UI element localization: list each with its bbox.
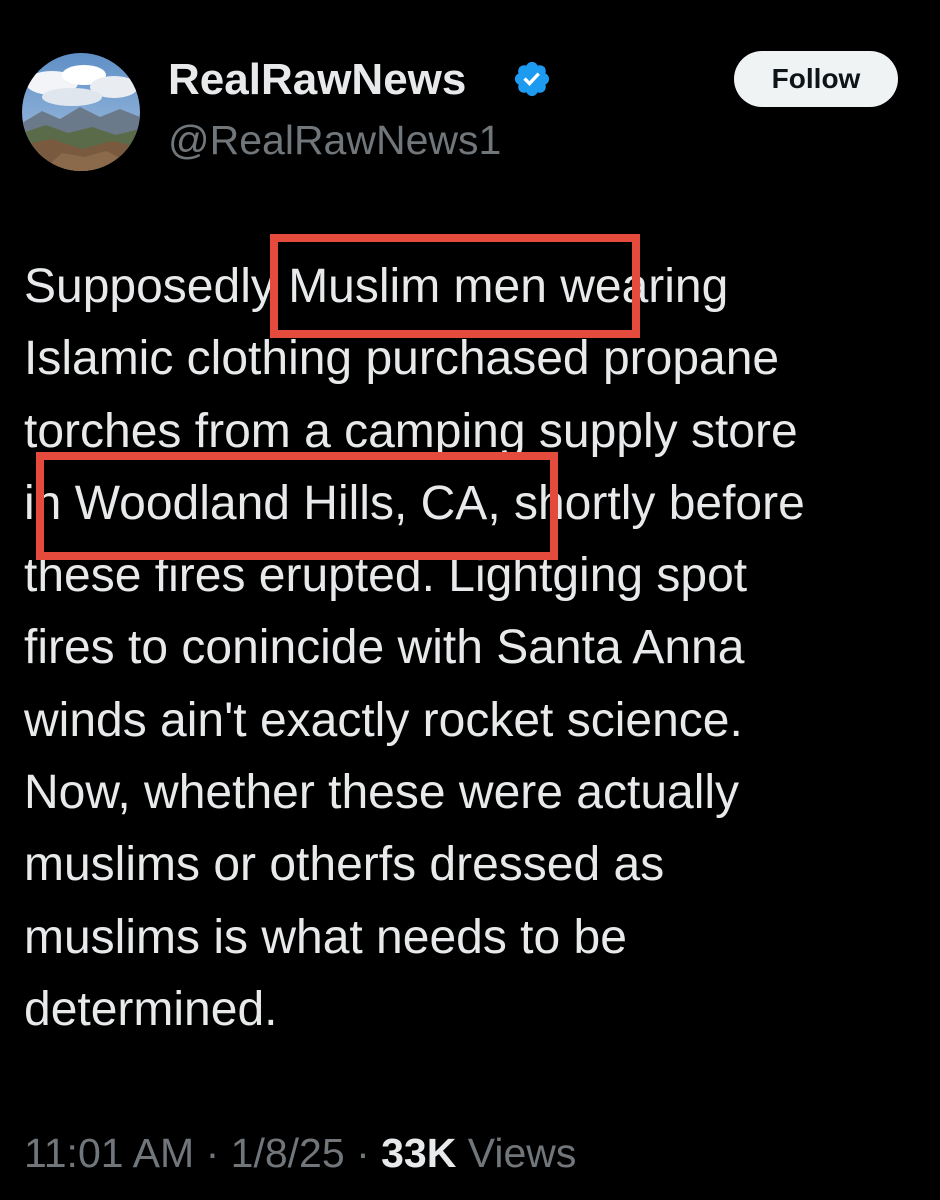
avatar[interactable] <box>22 53 140 171</box>
follow-button[interactable]: Follow <box>734 51 898 107</box>
author-handle[interactable]: @RealRawNews1 <box>168 117 501 163</box>
author-display-name[interactable]: RealRawNews <box>168 56 466 104</box>
highlight-box-muslim-men <box>270 234 640 338</box>
highlight-box-woodland-hills <box>36 452 558 560</box>
meta-separator: · <box>356 1130 370 1176</box>
views-label: Views <box>467 1130 577 1176</box>
verified-badge-icon <box>512 59 552 99</box>
tweet-time[interactable]: 11:01 AM <box>24 1130 194 1176</box>
views-count: 33K <box>381 1130 457 1176</box>
tweet-text: Supposedly Muslim men wearing Islamic cl… <box>24 251 924 1046</box>
tweet-line: muslims or otherfs dressed as <box>24 838 665 892</box>
tweet-line: muslims is what needs to be <box>24 910 627 964</box>
avatar-landscape-image <box>22 53 140 171</box>
tweet-line: Now, whether these were actually <box>24 766 740 820</box>
tweet-line: winds ain't exactly rocket science. <box>24 693 743 747</box>
tweet-date[interactable]: 1/8/25 <box>231 1130 345 1176</box>
tweet-line: fires to conincide with Santa Anna <box>24 621 745 675</box>
meta-separator: · <box>205 1130 220 1176</box>
tweet-line: determined. <box>24 982 278 1036</box>
tweet-meta-row: 11:01 AM · 1/8/25 · 33K Views <box>24 1128 576 1178</box>
